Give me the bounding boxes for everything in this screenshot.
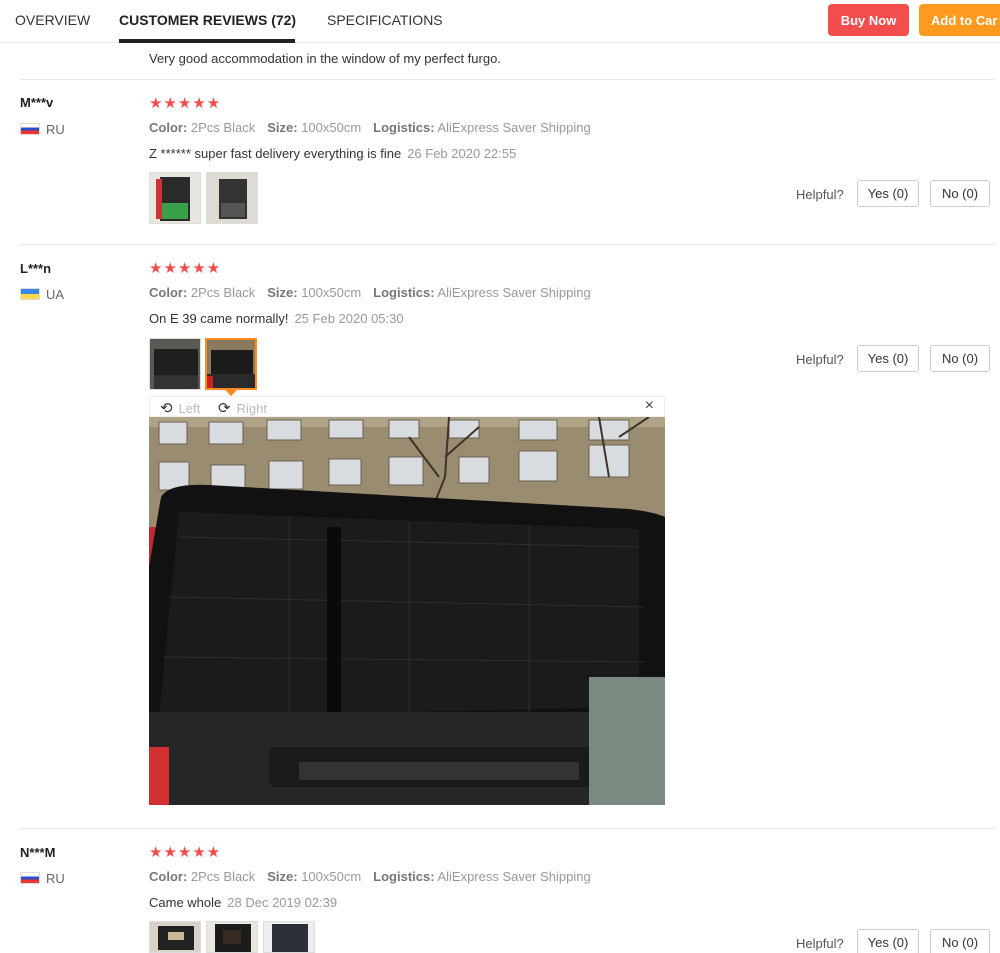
- reviewer-name: N***M: [20, 845, 56, 860]
- review-date: 28 Dec 2019 02:39: [227, 895, 338, 910]
- logistics-value: AliExpress Saver Shipping: [437, 869, 591, 884]
- previous-review-text: Very good accommodation in the window of…: [149, 51, 501, 66]
- color-label: Color:: [149, 120, 188, 135]
- review-attributes: Color: 2Pcs Black Size: 100x50cm Logistics…: [149, 869, 591, 884]
- review-content: Came whole 28 Dec 2019 02:39: [149, 895, 337, 910]
- review-photo-thumbnail[interactable]: [149, 921, 201, 953]
- size-value: 100x50cm: [301, 285, 362, 300]
- review-photo-thumbnail[interactable]: [206, 921, 258, 953]
- helpful-yes-button[interactable]: Yes (0): [857, 929, 919, 953]
- review-date: 26 Feb 2020 22:55: [407, 146, 517, 161]
- sunshade-photo: [207, 173, 257, 223]
- color-label: Color:: [149, 869, 188, 884]
- size-label: Size:: [267, 120, 298, 135]
- sunshade-photo: [150, 922, 200, 952]
- reviewer-country: UA: [46, 287, 65, 302]
- logistics-label: Logistics:: [373, 120, 435, 135]
- size-label: Size:: [267, 869, 298, 884]
- sunshade-photo: [207, 922, 257, 952]
- review-content: On E 39 came normally! 25 Feb 2020 05:30: [149, 311, 404, 326]
- review-divider: [20, 828, 995, 829]
- sunshade-photo: [150, 173, 200, 223]
- helpful-label: Helpful?: [796, 352, 844, 367]
- review-date: 25 Feb 2020 05:30: [294, 311, 404, 326]
- review-text: Came whole: [149, 895, 222, 910]
- rotate-left-icon: ⟲: [160, 400, 173, 417]
- close-icon[interactable]: ×: [645, 397, 654, 415]
- helpful-yes-button[interactable]: Yes (0): [857, 180, 919, 207]
- review-photo-thumbnail[interactable]: [206, 172, 258, 224]
- logistics-value: AliExpress Saver Shipping: [437, 120, 591, 135]
- review-text: On E 39 came normally!: [149, 311, 289, 326]
- russia-flag-icon: [20, 872, 40, 884]
- star-rating: ★★★★★: [149, 844, 222, 861]
- logistics-label: Logistics:: [373, 869, 435, 884]
- rotate-right-button[interactable]: ⟳ Right: [218, 399, 267, 417]
- size-value: 100x50cm: [301, 120, 362, 135]
- color-label: Color:: [149, 285, 188, 300]
- buy-now-button[interactable]: Buy Now: [828, 4, 909, 36]
- review-divider: [20, 79, 995, 80]
- ukraine-flag-icon: [20, 288, 40, 300]
- size-label: Size:: [267, 285, 298, 300]
- helpful-no-button[interactable]: No (0): [930, 929, 990, 953]
- helpful-label: Helpful?: [796, 187, 844, 202]
- image-viewer-toolbar: ⟲ Left ⟳ Right ×: [149, 396, 665, 417]
- rotate-left-button[interactable]: ⟲ Left: [160, 399, 200, 417]
- helpful-no-button[interactable]: No (0): [930, 180, 990, 207]
- russia-flag-icon: [20, 123, 40, 135]
- active-tab-indicator: [119, 39, 295, 43]
- logistics-value: AliExpress Saver Shipping: [437, 285, 591, 300]
- reviewer-name: M***v: [20, 95, 54, 110]
- rotate-right-icon: ⟳: [218, 400, 231, 417]
- helpful-yes-button[interactable]: Yes (0): [857, 345, 919, 372]
- review-attributes: Color: 2Pcs Black Size: 100x50cm Logistics…: [149, 285, 591, 300]
- enlarged-review-photo: [149, 417, 665, 805]
- sunshade-photo: [150, 339, 200, 389]
- review-photo-thumbnail[interactable]: [263, 921, 315, 953]
- review-content: Z ****** super fast delivery everything …: [149, 146, 516, 161]
- review-text: Z ****** super fast delivery everything …: [149, 146, 402, 161]
- rotate-left-label: Left: [178, 400, 201, 416]
- logistics-label: Logistics:: [373, 285, 435, 300]
- reviewer-name: L***n: [20, 261, 52, 276]
- rotate-right-label: Right: [236, 400, 267, 416]
- color-value: 2Pcs Black: [190, 869, 256, 884]
- reviewer-country: RU: [46, 122, 65, 137]
- color-value: 2Pcs Black: [190, 120, 256, 135]
- tab-specifications[interactable]: SPECIFICATIONS: [327, 12, 443, 28]
- tab-overview[interactable]: OVERVIEW: [15, 12, 90, 28]
- car-window-sunshade-photo: [149, 417, 665, 805]
- sunshade-photo: [264, 922, 314, 952]
- tab-customer-reviews[interactable]: CUSTOMER REVIEWS (72): [119, 12, 296, 28]
- review-attributes: Color: 2Pcs Black Size: 100x50cm Logistics…: [149, 120, 591, 135]
- star-rating: ★★★★★: [149, 95, 222, 112]
- size-value: 100x50cm: [301, 869, 362, 884]
- review-photo-thumbnail[interactable]: [149, 172, 201, 224]
- review-divider: [20, 244, 995, 245]
- review-photo-thumbnail[interactable]: [149, 338, 201, 390]
- product-tab-bar: OVERVIEW CUSTOMER REVIEWS (72) SPECIFICA…: [0, 0, 1000, 43]
- review-photo-thumbnail-selected[interactable]: [205, 338, 257, 390]
- color-value: 2Pcs Black: [190, 285, 256, 300]
- star-rating: ★★★★★: [149, 260, 222, 277]
- helpful-label: Helpful?: [796, 936, 844, 951]
- add-to-cart-button[interactable]: Add to Car: [919, 4, 1000, 36]
- helpful-no-button[interactable]: No (0): [930, 345, 990, 372]
- sunshade-photo: [207, 340, 255, 388]
- reviewer-country: RU: [46, 871, 65, 886]
